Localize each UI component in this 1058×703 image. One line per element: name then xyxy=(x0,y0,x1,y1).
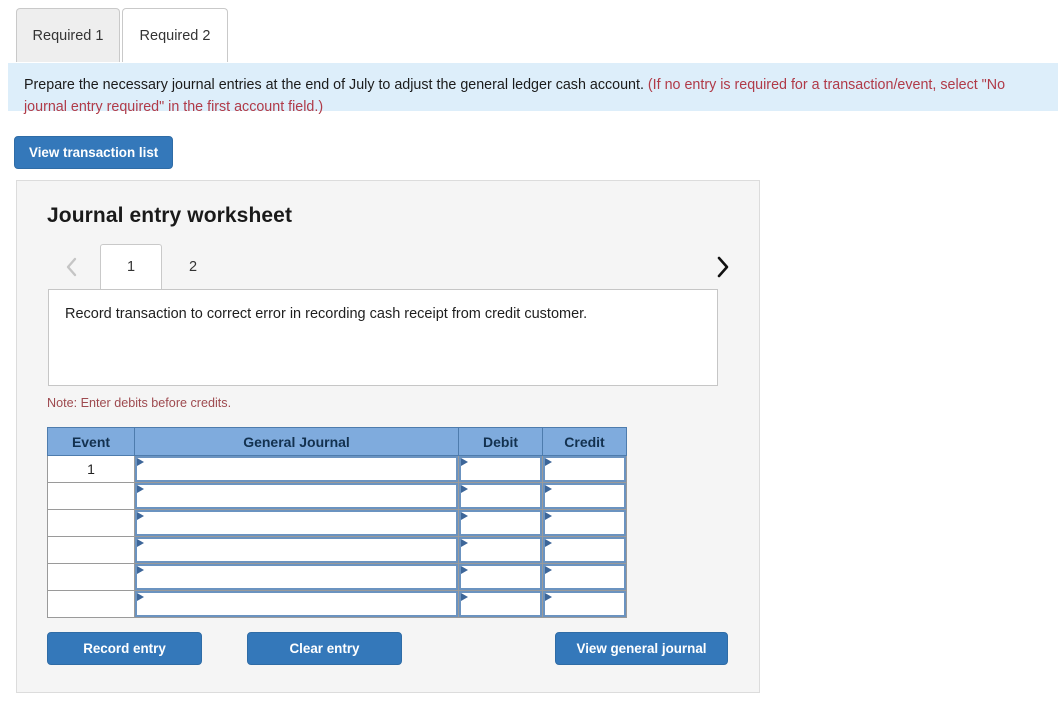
journal-table-header-row: Event General Journal Debit Credit xyxy=(47,427,627,456)
debit-cell[interactable] xyxy=(458,536,543,564)
column-header-event: Event xyxy=(47,427,135,456)
tab-required-2[interactable]: Required 2 xyxy=(122,8,228,62)
view-general-journal-label: View general journal xyxy=(576,641,707,656)
credit-input[interactable] xyxy=(543,537,626,563)
event-number-cell xyxy=(47,482,135,510)
debit-input[interactable] xyxy=(459,456,542,482)
credit-cell[interactable] xyxy=(542,482,627,510)
transaction-description-text: Record transaction to correct error in r… xyxy=(65,306,588,322)
general-journal-input[interactable] xyxy=(135,456,458,482)
general-journal-cell[interactable] xyxy=(134,563,459,591)
pager-page-1[interactable]: 1 xyxy=(100,244,162,289)
clear-entry-button[interactable]: Clear entry xyxy=(247,632,402,665)
credit-cell[interactable] xyxy=(542,509,627,537)
credit-cell[interactable] xyxy=(542,455,627,483)
credit-input[interactable] xyxy=(543,483,626,509)
pager-next-chevron-icon[interactable] xyxy=(705,244,739,289)
general-journal-cell[interactable] xyxy=(134,455,459,483)
debit-input[interactable] xyxy=(459,483,542,509)
event-number-cell: 1 xyxy=(47,455,135,483)
credit-input[interactable] xyxy=(543,456,626,482)
debit-input[interactable] xyxy=(459,537,542,563)
instruction-banner: Prepare the necessary journal entries at… xyxy=(8,63,1058,115)
general-journal-cell[interactable] xyxy=(134,590,459,618)
credit-input[interactable] xyxy=(543,591,626,617)
pager-page-2-label: 2 xyxy=(188,259,198,275)
pager-page-1-label: 1 xyxy=(126,259,136,275)
record-entry-label: Record entry xyxy=(83,641,166,656)
event-number-cell xyxy=(47,509,135,537)
pager-page-2[interactable]: 2 xyxy=(164,244,222,289)
requirement-tab-bar: Required 1 Required 2 xyxy=(0,0,1058,63)
clear-entry-label: Clear entry xyxy=(289,641,360,656)
worksheet-pager: 1 2 xyxy=(47,244,737,289)
debit-cell[interactable] xyxy=(458,563,543,591)
column-header-debit: Debit xyxy=(458,427,543,456)
table-row xyxy=(47,509,627,537)
column-header-general-journal: General Journal xyxy=(134,427,459,456)
general-journal-cell[interactable] xyxy=(134,509,459,537)
view-transaction-list-button[interactable]: View transaction list xyxy=(14,136,174,169)
table-row: 1 xyxy=(47,455,627,483)
general-journal-cell[interactable] xyxy=(134,482,459,510)
worksheet-title: Journal entry worksheet xyxy=(47,204,293,227)
credit-input[interactable] xyxy=(543,564,626,590)
table-row xyxy=(47,563,627,591)
event-number-cell xyxy=(47,563,135,591)
tab-required-1-label: Required 1 xyxy=(32,27,104,44)
general-journal-input[interactable] xyxy=(135,537,458,563)
debits-before-credits-note: Note: Enter debits before credits. xyxy=(47,396,232,410)
table-row xyxy=(47,590,627,618)
general-journal-cell[interactable] xyxy=(134,536,459,564)
column-header-credit: Credit xyxy=(542,427,627,456)
debit-input[interactable] xyxy=(459,591,542,617)
credit-cell[interactable] xyxy=(542,590,627,618)
journal-entry-worksheet-panel: Journal entry worksheet 1 2 Record trans… xyxy=(16,180,760,693)
record-entry-button[interactable]: Record entry xyxy=(47,632,202,665)
debit-cell[interactable] xyxy=(458,509,543,537)
general-journal-input[interactable] xyxy=(135,483,458,509)
debit-cell[interactable] xyxy=(458,590,543,618)
debit-cell[interactable] xyxy=(458,482,543,510)
general-journal-input[interactable] xyxy=(135,510,458,536)
general-journal-input[interactable] xyxy=(135,564,458,590)
debit-input[interactable] xyxy=(459,510,542,536)
debit-input[interactable] xyxy=(459,564,542,590)
table-row xyxy=(47,482,627,510)
tab-required-2-label: Required 2 xyxy=(139,27,211,44)
debit-cell[interactable] xyxy=(458,455,543,483)
transaction-description-box: Record transaction to correct error in r… xyxy=(48,289,718,386)
instruction-main-text: Prepare the necessary journal entries at… xyxy=(24,77,644,93)
tab-required-1[interactable]: Required 1 xyxy=(16,8,120,62)
event-number-cell xyxy=(47,590,135,618)
table-row xyxy=(47,536,627,564)
pager-prev-chevron-icon[interactable] xyxy=(55,244,89,289)
view-general-journal-button[interactable]: View general journal xyxy=(555,632,728,665)
journal-entry-table: Event General Journal Debit Credit 1 xyxy=(47,427,627,618)
credit-cell[interactable] xyxy=(542,563,627,591)
view-transaction-list-label: View transaction list xyxy=(29,145,159,160)
general-journal-input[interactable] xyxy=(135,591,458,617)
credit-input[interactable] xyxy=(543,510,626,536)
event-number-cell xyxy=(47,536,135,564)
journal-table-container: Event General Journal Debit Credit 1 xyxy=(47,427,627,618)
credit-cell[interactable] xyxy=(542,536,627,564)
